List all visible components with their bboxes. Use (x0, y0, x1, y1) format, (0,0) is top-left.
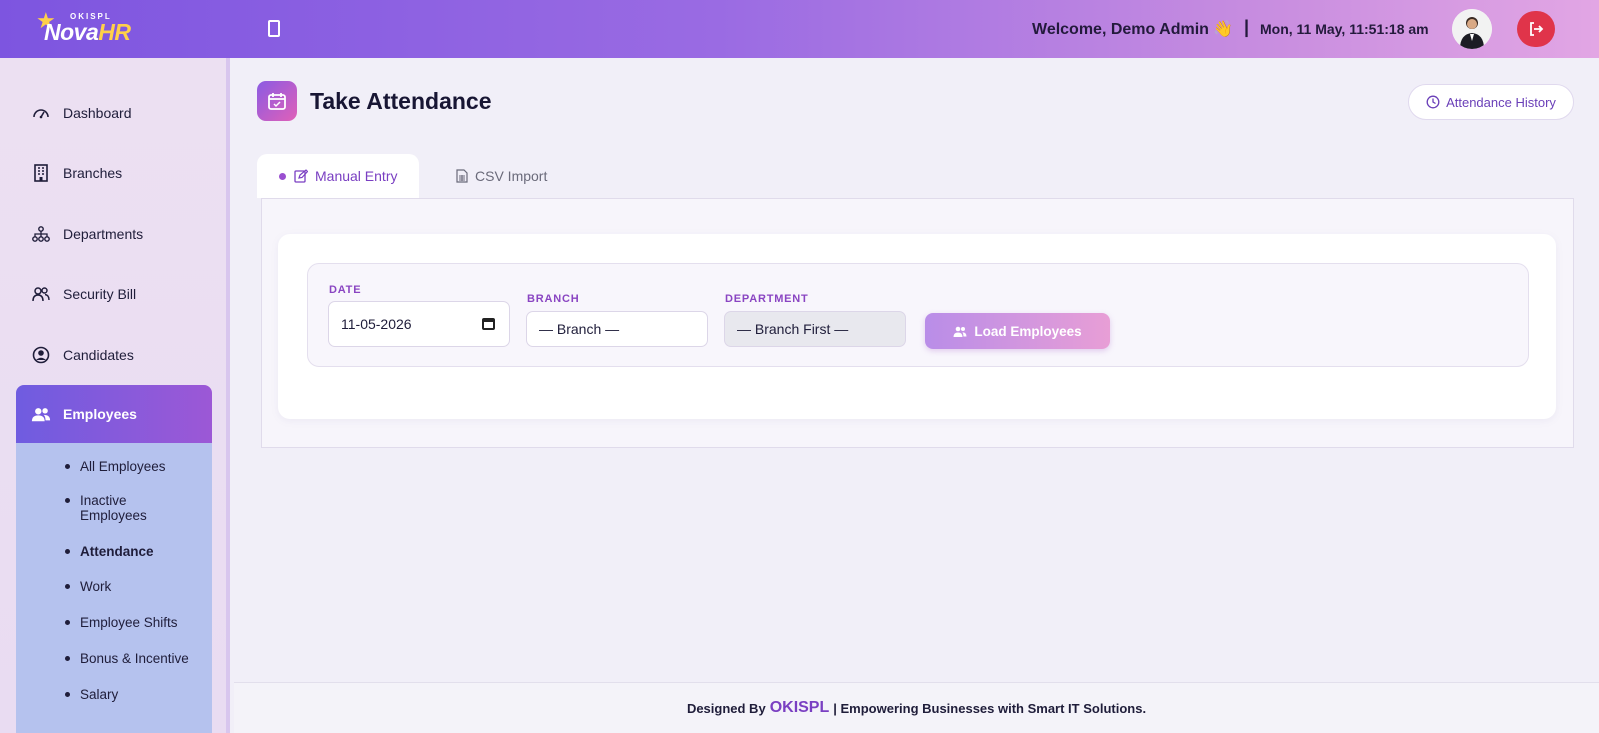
sidebar-item-dashboard[interactable]: Dashboard (16, 84, 212, 142)
calendar-icon[interactable] (482, 318, 495, 330)
department-label: DEPARTMENT (725, 293, 809, 305)
attendance-history-label: Attendance History (1446, 94, 1556, 110)
history-clock-icon (1426, 95, 1440, 109)
date-label: DATE (329, 284, 362, 296)
load-employees-label: Load Employees (974, 323, 1082, 339)
logout-icon (1530, 22, 1544, 36)
welcome-text: Welcome, Demo Admin 👋 (1032, 21, 1234, 38)
logo-nova: Nova (44, 19, 99, 45)
sidebar-item-label: Employees (63, 406, 137, 422)
sidebar-item-departments[interactable]: Departments (16, 205, 212, 263)
submenu-item-bonus-incentive[interactable]: Bonus & Incentive (65, 651, 189, 666)
tab-manual-entry[interactable]: Manual Entry (257, 154, 419, 198)
branch-label: BRANCH (527, 293, 580, 305)
avatar[interactable] (1452, 9, 1492, 49)
active-dot-icon (279, 172, 286, 180)
sidebar-item-label: Branches (63, 165, 123, 181)
department-select[interactable]: — Branch First — (724, 311, 906, 347)
submenu-item-all-employees[interactable]: All Employees (65, 459, 166, 474)
footer: Designed By OKISPL | Empowering Business… (234, 682, 1599, 733)
employees-submenu: All Employees Inactive Employees Attenda… (16, 443, 212, 733)
submenu-item-attendance[interactable]: Attendance (65, 544, 154, 559)
building-icon (31, 163, 51, 183)
sidebar-item-label: Dashboard (63, 105, 132, 121)
top-bar: ★ OKISPL NovaHR Welcome, Demo Admin 👋 | … (0, 0, 1599, 58)
date-value: 11-05-2026 (341, 316, 412, 332)
footer-prefix: Designed By (686, 700, 766, 716)
dashboard-icon (31, 103, 51, 123)
submenu-item-salary[interactable]: Salary (64, 687, 118, 702)
header-datetime: Mon, 11 May, 11:51:18 am (1260, 21, 1429, 37)
load-employees-button[interactable]: Load Employees (925, 313, 1110, 349)
calendar-check-icon (257, 81, 297, 121)
menu-toggle-icon[interactable] (268, 20, 280, 37)
users-icon (31, 284, 51, 304)
footer-suffix: | Empowering Businesses with Smart IT So… (833, 700, 1147, 716)
branch-value: — Branch — (539, 321, 620, 337)
branch-select[interactable]: — Branch — (526, 311, 708, 347)
page-title: Take Attendance (310, 88, 492, 114)
csv-file-icon (456, 169, 468, 183)
app-logo[interactable]: ★ OKISPL NovaHR (24, 8, 154, 50)
footer-brand-link[interactable]: OKISPL (770, 699, 830, 717)
header-separator: | (1244, 17, 1250, 37)
sidebar-item-security-bill[interactable]: Security Bill (16, 265, 212, 323)
sitemap-icon (31, 224, 51, 244)
sidebar-item-label: Candidates (63, 347, 134, 363)
user-avatar-icon (1452, 9, 1492, 49)
logo-hr: HR (98, 19, 131, 45)
sidebar-item-candidates[interactable]: Candidates (16, 326, 212, 384)
logo-main-text: NovaHR (44, 19, 131, 46)
department-value: — Branch First — (737, 321, 849, 337)
users-icon (953, 326, 967, 337)
submenu-item-inactive-employees[interactable]: Inactive Employees (65, 493, 190, 523)
edit-icon (294, 169, 308, 183)
tab-label: Manual Entry (315, 168, 398, 184)
submenu-item-employee-shifts[interactable]: Employee Shifts (65, 615, 178, 630)
users-icon (31, 404, 51, 424)
tab-csv-import[interactable]: CSV Import (436, 154, 566, 198)
sidebar-item-label: Departments (63, 226, 144, 242)
logout-button[interactable] (1517, 11, 1555, 47)
sidebar-item-branches[interactable]: Branches (16, 144, 212, 202)
submenu-item-work[interactable]: Work (64, 579, 111, 594)
attendance-history-button[interactable]: Attendance History (1408, 84, 1574, 120)
sidebar-item-employees[interactable]: Employees (16, 385, 212, 443)
sidebar-item-label: Security Bill (63, 286, 137, 302)
date-input[interactable]: 11-05-2026 (328, 301, 510, 347)
tab-label: CSV Import (475, 168, 548, 184)
user-circle-icon (31, 345, 51, 365)
